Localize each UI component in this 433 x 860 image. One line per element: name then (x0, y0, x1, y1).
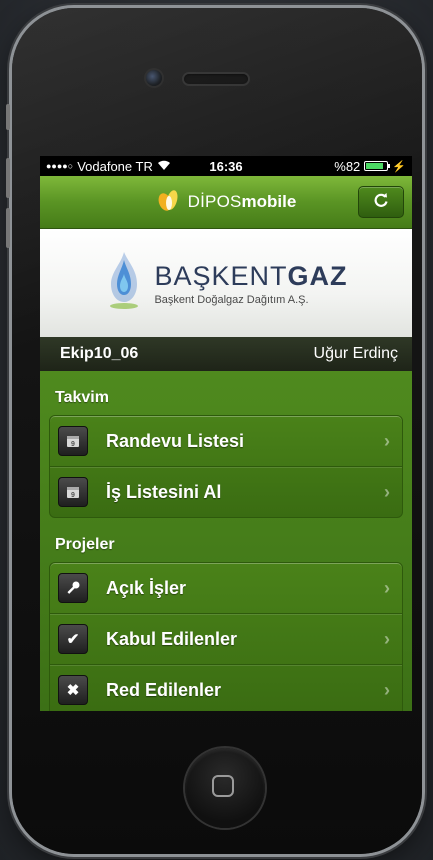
section-title-takvim: Takvim (55, 389, 109, 406)
charging-icon: ⚡ (392, 160, 406, 173)
refresh-button[interactable] (358, 186, 404, 218)
volume-up-button (6, 158, 10, 198)
menu-label: Kabul Edilenler (106, 628, 238, 649)
logo-text-mobile: mobile (241, 192, 297, 211)
logo-text-dipos: DİPOS (187, 192, 242, 211)
app-screen: ●●●●○ Vodafone TR 16:36 %82 ⚡ DİPOSmobil… (40, 156, 412, 711)
home-button[interactable] (185, 748, 265, 828)
wifi-icon (157, 159, 171, 174)
earpiece-speaker (184, 74, 248, 84)
front-camera (146, 70, 162, 86)
user-bar: Ekip10_06 Uğur Erdinç (40, 337, 412, 371)
menu-area: Takvim 9 Randevu Listesi › 9 İş Listesin… (40, 371, 412, 711)
brand-name: BAŞKENTGAZ (154, 261, 347, 292)
menu-item-randevu-listesi[interactable]: 9 Randevu Listesi › (50, 416, 402, 466)
section-title-projeler: Projeler (55, 536, 115, 553)
checkmark-icon: ✔ (58, 624, 88, 654)
cross-icon: ✖ (58, 675, 88, 705)
user-name: Uğur Erdinç (313, 345, 398, 362)
signal-strength: ●●●●○ (46, 161, 74, 171)
calendar-icon: 9 (58, 477, 88, 507)
chevron-right-icon: › (384, 481, 390, 502)
volume-down-button (6, 208, 10, 248)
menu-label: Randevu Listesi (106, 430, 245, 451)
menu-label: Red Edilenler (106, 679, 222, 700)
menu-label: Açık İşler (106, 577, 187, 598)
app-header: DİPOSmobile (40, 176, 412, 229)
brand-name-bold: GAZ (287, 260, 348, 291)
chevron-right-icon: › (384, 430, 390, 451)
svg-text:9: 9 (71, 492, 75, 499)
brand-name-regular: BAŞKENT (154, 260, 288, 291)
brand-banner: BAŞKENTGAZ Başkent Doğalgaz Dağıtım A.Ş. (40, 229, 412, 337)
battery-percent: %82 (334, 158, 361, 174)
chevron-right-icon: › (384, 679, 390, 700)
team-name: Ekip10_06 (60, 345, 139, 362)
dipos-flame-icon (156, 187, 182, 218)
baskentgaz-flame-icon (104, 250, 144, 317)
battery-icon (364, 161, 391, 171)
brand-subtitle: Başkent Doğalgaz Dağıtım A.Ş. (154, 293, 309, 306)
calendar-icon: 9 (58, 426, 88, 456)
svg-text:9: 9 (71, 441, 75, 448)
menu-item-red-edilenler[interactable]: ✖ Red Edilenler › (50, 664, 402, 711)
home-square-icon (212, 775, 234, 797)
dipos-mobile-logo: DİPOSmobile (156, 187, 297, 218)
carrier-name: Vodafone TR (77, 158, 153, 174)
menu-item-kabul-edilenler[interactable]: ✔ Kabul Edilenler › (50, 613, 402, 664)
refresh-icon (373, 191, 389, 214)
mute-switch (6, 104, 10, 130)
menu-label: İş Listesini Al (106, 481, 222, 502)
chevron-right-icon: › (384, 628, 390, 649)
menu-group-takvim: 9 Randevu Listesi › 9 İş Listesini Al › (49, 415, 403, 518)
status-bar: ●●●●○ Vodafone TR 16:36 %82 ⚡ (40, 156, 412, 176)
menu-item-is-listesini-al[interactable]: 9 İş Listesini Al › (50, 466, 402, 517)
key-icon (58, 573, 88, 603)
menu-group-projeler: Açık İşler › ✔ Kabul Edilenler › ✖ Red E… (49, 562, 403, 711)
menu-item-acik-isler[interactable]: Açık İşler › (50, 563, 402, 613)
chevron-right-icon: › (384, 577, 390, 598)
